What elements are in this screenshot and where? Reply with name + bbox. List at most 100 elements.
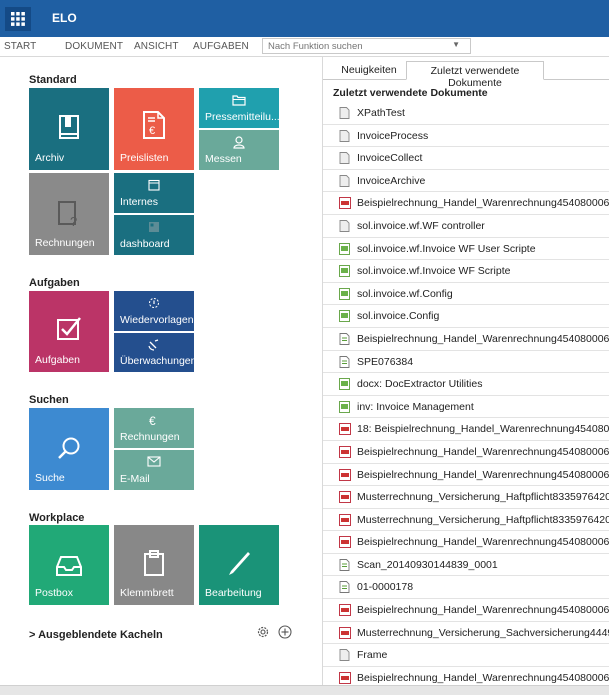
document-row[interactable]: InvoiceProcess: [323, 125, 609, 148]
document-row[interactable]: Musterrechnung_Versicherung_Haftpflicht8…: [323, 486, 609, 509]
panel-title: Zuletzt verwendete Dokumente: [333, 87, 488, 99]
document-row[interactable]: docx: DocExtractor Utilities: [323, 373, 609, 396]
menu-start[interactable]: START: [4, 41, 36, 52]
scan-icon: [339, 332, 350, 348]
document-row[interactable]: InvoiceCollect: [323, 147, 609, 170]
tile-label: Aufgaben: [35, 354, 80, 366]
pdf-icon: [339, 626, 351, 642]
document-row[interactable]: Beispielrechnung_Handel_Warenrechnung454…: [323, 531, 609, 554]
tile-aufgaben[interactable]: Aufgaben: [29, 291, 109, 372]
script-green-icon: [339, 400, 350, 416]
function-search[interactable]: ▼: [262, 38, 471, 54]
tile-messen[interactable]: Messen: [199, 130, 279, 170]
mail-icon: [147, 456, 161, 467]
document-name: 01-0000178: [357, 581, 414, 594]
document-row[interactable]: Beispielrechnung_Handel_Warenrechnung454…: [323, 441, 609, 464]
tile-bearbeitung[interactable]: Bearbeitung: [199, 525, 279, 605]
question-document-icon: ?: [58, 201, 77, 227]
tile-klemmbrett[interactable]: Klemmbrett: [114, 525, 194, 605]
script-green-icon: [339, 378, 350, 393]
tile-label: Archiv: [35, 152, 65, 164]
tile-label: Messen: [205, 153, 242, 165]
document-name: Musterrechnung_Versicherung_Haftpflicht8…: [357, 491, 609, 504]
document-row[interactable]: Musterrechnung_Versicherung_Sachversiche…: [323, 622, 609, 645]
tile-preislisten[interactable]: € Preislisten: [114, 88, 194, 170]
pdf-icon: [339, 445, 351, 461]
menu-ansicht[interactable]: ANSICHT: [134, 41, 179, 52]
grid-icon[interactable]: [5, 7, 31, 31]
document-name: XPathTest: [357, 107, 405, 119]
pdf-icon: [339, 536, 351, 551]
gear-icon[interactable]: [256, 625, 270, 639]
document-row[interactable]: Beispielrechnung_Handel_Warenrechnung454…: [323, 464, 609, 487]
tile-label: Internes: [120, 196, 158, 208]
document-row[interactable]: sol.invoice.wf.Invoice WF Scripte: [323, 260, 609, 283]
document-row[interactable]: sol.invoice.wf.WF controller: [323, 215, 609, 238]
doc-gray-icon: [339, 174, 350, 190]
person-icon: [233, 136, 245, 149]
document-name: sol.invoice.wf.WF controller: [357, 219, 485, 232]
chevron-down-icon[interactable]: ▼: [452, 40, 460, 49]
section-workplace: Workplace: [29, 512, 85, 524]
pdf-icon: [339, 468, 351, 484]
script-green-icon: [339, 242, 350, 258]
dashboard-icon: [149, 222, 159, 232]
tile-label: Preislisten: [120, 152, 169, 164]
tab-neuigkeiten[interactable]: Neuigkeiten: [337, 61, 401, 80]
document-name: sol.invoice.wf.Invoice WF User Scripte: [357, 242, 536, 255]
clipboard-icon: [144, 550, 164, 576]
hidden-tiles-toggle[interactable]: > Ausgeblendete Kacheln: [29, 629, 163, 641]
doc-gray-icon: [339, 152, 350, 167]
document-name: sol.invoice.Config: [357, 310, 440, 323]
svg-text:?: ?: [70, 214, 77, 227]
document-name: sol.invoice.wf.Invoice WF Scripte: [357, 265, 511, 278]
document-row[interactable]: Beispielrechnung_Handel_Warenrechnung454…: [323, 328, 609, 351]
tile-label: Rechnungen: [35, 237, 95, 249]
script-green-icon: [339, 265, 350, 280]
tile-archiv[interactable]: Archiv: [29, 88, 109, 170]
pdf-icon: [339, 197, 351, 212]
document-row[interactable]: Scan_20140930144839_0001: [323, 554, 609, 577]
tile-postbox[interactable]: Postbox: [29, 525, 109, 605]
document-name: InvoiceProcess: [357, 129, 429, 142]
document-name: Scan_20140930144839_0001: [357, 558, 498, 571]
tile-suche[interactable]: Suche: [29, 408, 109, 490]
document-row[interactable]: sol.invoice.wf.Invoice WF User Scripte: [323, 238, 609, 261]
document-row[interactable]: 18: Beispielrechnung_Handel_Warenrechnun…: [323, 418, 609, 441]
document-row[interactable]: sol.invoice.Config: [323, 305, 609, 328]
tile-pressemitteilungen[interactable]: Pressemitteilu...: [199, 88, 279, 128]
document-name: InvoiceArchive: [357, 174, 426, 187]
document-row[interactable]: sol.invoice.wf.Config: [323, 283, 609, 306]
document-row[interactable]: Musterrechnung_Versicherung_Haftpflicht8…: [323, 509, 609, 532]
add-tile-icon[interactable]: [278, 625, 292, 639]
document-name: SPE076384: [357, 355, 414, 368]
document-row[interactable]: Beispielrechnung_Handel_Warenrechnung454…: [323, 599, 609, 622]
document-row[interactable]: SPE076384: [323, 351, 609, 374]
tile-ueberwachungen[interactable]: Überwachungen: [114, 333, 194, 372]
document-row[interactable]: InvoiceArchive: [323, 170, 609, 193]
tile-internes[interactable]: Internes: [114, 173, 194, 213]
tile-dashboard[interactable]: dashboard: [114, 215, 194, 255]
tab-recent-documents[interactable]: Zuletzt verwendete Dokumente: [406, 61, 544, 89]
document-name: docx: DocExtractor Utilities: [357, 378, 483, 391]
document-row[interactable]: Frame: [323, 644, 609, 667]
pdf-icon: [339, 491, 351, 506]
document-row[interactable]: inv: Invoice Management: [323, 396, 609, 419]
tile-such-rechnungen[interactable]: € Rechnungen: [114, 408, 194, 448]
tile-email[interactable]: E-Mail: [114, 450, 194, 490]
menu-bar: START DOKUMENT ANSICHT AUFGABEN ▼: [0, 37, 609, 57]
section-suchen: Suchen: [29, 394, 69, 406]
document-name: Beispielrechnung_Handel_Warenrechnung454…: [357, 445, 609, 458]
doc-gray-icon: [339, 220, 350, 235]
tile-rechnungen[interactable]: ? Rechnungen: [29, 173, 109, 255]
price-document-icon: €: [143, 111, 165, 139]
document-row[interactable]: Beispielrechnung_Handel_Warenrechnung454…: [323, 192, 609, 215]
document-row[interactable]: XPathTest: [323, 102, 609, 125]
tile-wiedervorlagen[interactable]: Wiedervorlagen: [114, 291, 194, 331]
document-name: Frame: [357, 649, 388, 662]
document-row[interactable]: 01-0000178: [323, 576, 609, 600]
function-search-input[interactable]: [263, 39, 443, 53]
menu-aufgaben[interactable]: AUFGABEN: [193, 41, 249, 52]
pdf-icon: [339, 513, 351, 529]
menu-dokument[interactable]: DOKUMENT: [65, 41, 123, 52]
